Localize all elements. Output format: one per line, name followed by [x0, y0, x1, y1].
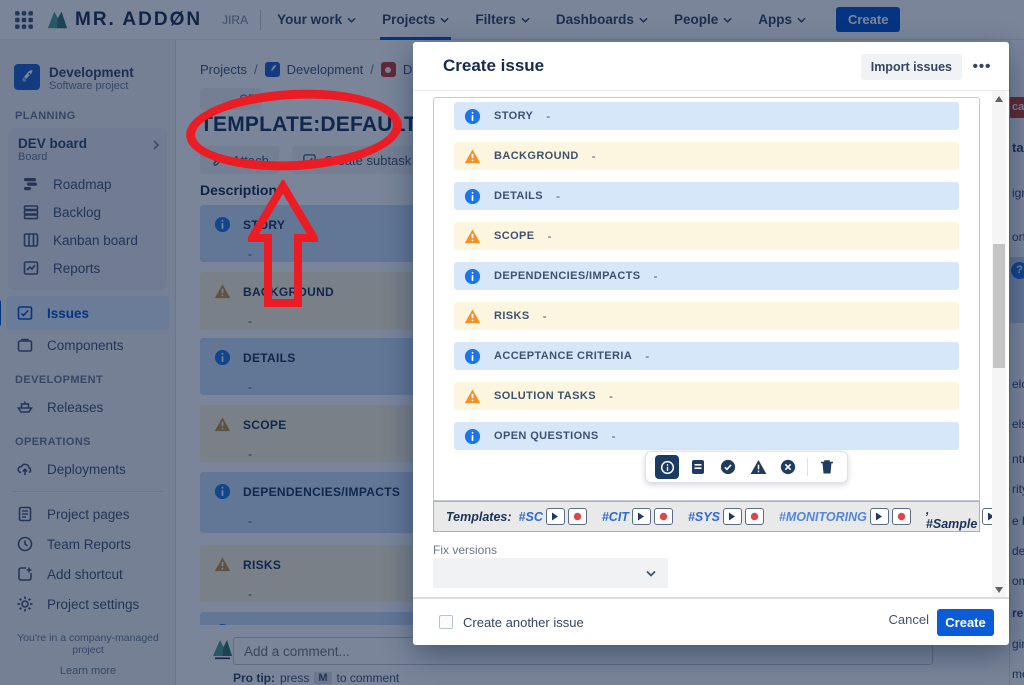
scroll-up-icon[interactable] — [995, 96, 1003, 102]
editor-row-open-questions[interactable]: OPEN QUESTIONS - — [454, 422, 959, 450]
row-value: - — [645, 349, 649, 363]
create-another-label: Create another issue — [463, 615, 584, 630]
note-block-button[interactable] — [687, 456, 709, 478]
template-record-button[interactable] — [745, 508, 764, 525]
editor-row-details[interactable]: DETAILS - — [454, 182, 959, 210]
template-link-sample[interactable]: , #Sample — [926, 503, 979, 531]
chevron-down-icon — [646, 570, 656, 577]
modal-footer: Create another issue Cancel Create — [413, 597, 1009, 644]
template-link-sc[interactable]: #SC — [519, 510, 543, 524]
row-label: SOLUTION TASKS — [494, 390, 596, 402]
editor-row-story[interactable]: STORY - — [454, 102, 959, 130]
template-link-sys[interactable]: #SYS — [688, 510, 720, 524]
row-label: RISKS — [494, 310, 530, 322]
editor-row-dependencies[interactable]: DEPENDENCIES/IMPACTS - — [454, 262, 959, 290]
check-circle-button[interactable] — [717, 456, 739, 478]
row-value: - — [609, 389, 613, 403]
row-label: STORY — [494, 110, 533, 122]
row-label: SCOPE — [494, 230, 535, 242]
create-another-checkbox[interactable] — [439, 615, 453, 629]
toolbar-divider — [807, 458, 808, 476]
editor-row-scope[interactable]: SCOPE - — [454, 222, 959, 250]
modal-body: STORY - BACKGROUND - DETAILS - SCOPE - — [413, 90, 1009, 597]
row-value: - — [546, 109, 550, 123]
row-label: OPEN QUESTIONS — [494, 430, 599, 442]
fix-versions-select[interactable] — [433, 558, 668, 588]
warning-triangle-button[interactable] — [747, 456, 769, 478]
warning-icon — [464, 388, 481, 405]
x-circle-button[interactable] — [777, 456, 799, 478]
info-block-button[interactable] — [655, 455, 679, 479]
warning-icon — [464, 308, 481, 325]
templates-bar: Templates: #SC #CIT #SYS #MONIT — [433, 501, 980, 532]
template-record-button[interactable] — [654, 508, 673, 525]
row-label: DEPENDENCIES/IMPACTS — [494, 270, 641, 282]
scrollbar-thumb[interactable] — [993, 244, 1005, 368]
row-value: - — [548, 229, 552, 243]
scroll-down-icon[interactable] — [995, 587, 1003, 593]
description-editor[interactable]: STORY - BACKGROUND - DETAILS - SCOPE - — [433, 97, 980, 501]
templates-label: Templates: — [446, 510, 512, 524]
template-record-button[interactable] — [568, 508, 587, 525]
row-value: - — [592, 149, 596, 163]
editor-row-background[interactable]: BACKGROUND - — [454, 142, 959, 170]
editor-toolbar — [645, 451, 848, 483]
info-icon — [464, 428, 481, 445]
template-play-button[interactable] — [870, 508, 889, 525]
jira-application: MR. ADDØN JIRA Your work Projects Filter… — [0, 0, 1024, 685]
info-icon — [464, 348, 481, 365]
modal-header: Create issue Import issues ••• — [413, 42, 1009, 90]
import-issues-button[interactable]: Import issues — [861, 54, 962, 80]
create-button[interactable]: Create — [937, 609, 994, 636]
editor-row-risks[interactable]: RISKS - — [454, 302, 959, 330]
trash-button[interactable] — [816, 456, 838, 478]
row-label: ACCEPTANCE CRITERIA — [494, 350, 632, 362]
modal-title: Create issue — [443, 56, 544, 76]
row-value: - — [612, 429, 616, 443]
warning-icon — [464, 228, 481, 245]
template-link-monitoring[interactable]: #MONITORING — [779, 510, 867, 524]
warning-icon — [464, 148, 481, 165]
template-link-cit[interactable]: #CIT — [602, 510, 629, 524]
info-icon — [464, 108, 481, 125]
row-label: DETAILS — [494, 190, 543, 202]
editor-row-acceptance-criteria[interactable]: ACCEPTANCE CRITERIA - — [454, 342, 959, 370]
modal-scrollbar[interactable] — [992, 91, 1006, 598]
fix-versions-label: Fix versions — [433, 543, 497, 557]
template-record-button[interactable] — [892, 508, 911, 525]
row-value: - — [543, 309, 547, 323]
more-actions-icon[interactable]: ••• — [969, 56, 995, 78]
cancel-button[interactable]: Cancel — [889, 612, 929, 627]
create-issue-modal: Create issue Import issues ••• STORY - B… — [413, 42, 1009, 645]
template-play-button[interactable] — [723, 508, 742, 525]
info-icon — [464, 268, 481, 285]
info-icon — [464, 188, 481, 205]
editor-row-solution-tasks[interactable]: SOLUTION TASKS - — [454, 382, 959, 410]
row-label: BACKGROUND — [494, 150, 579, 162]
row-value: - — [556, 189, 560, 203]
template-play-button[interactable] — [632, 508, 651, 525]
row-value: - — [654, 269, 658, 283]
template-play-button[interactable] — [546, 508, 565, 525]
